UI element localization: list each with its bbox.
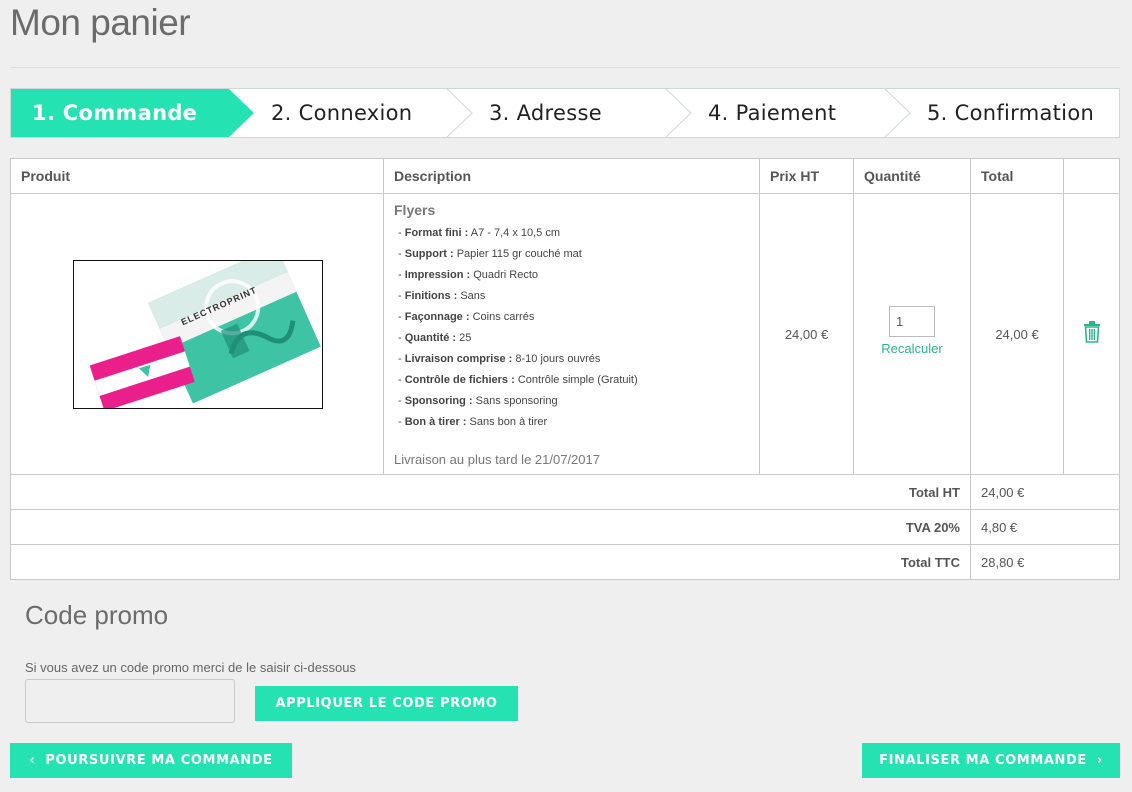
flyer-illustration (89, 261, 321, 408)
product-cell: ELECTROPRINT (10, 193, 384, 475)
promo-title: Code promo (25, 600, 169, 630)
table-header-row: Produit Description Prix HT Quantité Tot… (10, 158, 1120, 194)
summary-value: 4,80 € (970, 509, 1120, 545)
spec-value: Quadri Recto (473, 269, 539, 281)
step-paiement[interactable]: 4. Paiement (708, 89, 836, 137)
page-title: Mon panier (10, 2, 191, 43)
spec-label: Format fini : (404, 227, 469, 239)
summary-row-total-ttc: Total TTC 28,80 € (10, 544, 1120, 580)
spec-item: - Sponsoring : Sans sponsoring (398, 395, 558, 407)
spec-item: - Format fini : A7 - 7,4 x 10,5 cm (398, 227, 561, 239)
spec-value: Sans bon à tirer (469, 416, 548, 428)
recalculate-link[interactable]: Recalculer (854, 341, 970, 356)
apply-promo-button[interactable]: APPLIQUER LE CODE PROMO (255, 686, 518, 721)
quantity-cell: Recalculer (853, 193, 971, 475)
cart-table: Produit Description Prix HT Quantité Tot… (10, 158, 1120, 580)
chevron-right-icon: › (1096, 753, 1103, 768)
delete-cell (1063, 193, 1120, 475)
spec-item: - Façonnage : Coins carrés (398, 311, 535, 323)
spec-item: - Impression : Quadri Recto (398, 269, 539, 281)
spec-label: Sponsoring : (404, 395, 473, 407)
checkout-button[interactable]: FINALISER MA COMMANDE › (862, 743, 1120, 778)
promo-code-input[interactable] (25, 679, 235, 723)
spec-item: - Support : Papier 115 gr couché mat (398, 248, 582, 260)
checkout-steps: 1. Commande 2. Connexion 3. Adresse 4. P… (10, 88, 1120, 138)
promo-hint: Si vous avez un code promo merci de le s… (25, 660, 356, 675)
spec-label: Contrôle de fichiers : (404, 374, 515, 386)
step-connexion[interactable]: 2. Connexion (271, 89, 412, 137)
description-cell: Flyers - Format fini : A7 - 7,4 x 10,5 c… (383, 193, 760, 475)
spec-label: Façonnage : (404, 311, 470, 323)
summary-label: Total HT (10, 474, 971, 510)
spec-item: - Quantité : 25 (398, 332, 472, 344)
spec-label: Finitions : (404, 290, 458, 302)
continue-shopping-button[interactable]: ‹ POURSUIVRE MA COMMANDE (10, 743, 292, 778)
unit-price: 24,00 € (759, 193, 854, 475)
line-total: 24,00 € (970, 193, 1064, 475)
delivery-date: Livraison au plus tard le 21/07/2017 (394, 452, 600, 467)
summary-label: Total TTC (10, 544, 971, 580)
spec-label: Quantité : (404, 332, 457, 344)
spec-value: Sans sponsoring (475, 395, 558, 407)
product-title: Flyers (394, 202, 436, 218)
spec-value: Coins carrés (472, 311, 535, 323)
header-prix-ht: Prix HT (759, 158, 854, 194)
spec-value: Sans (460, 290, 486, 302)
quantity-input[interactable] (889, 305, 935, 337)
title-divider (10, 67, 1120, 68)
spec-value: Papier 115 gr couché mat (456, 248, 582, 260)
spec-value: 25 (459, 332, 472, 344)
spec-value: 8-10 jours ouvrés (515, 353, 601, 365)
summary-label: TVA 20% (10, 509, 971, 545)
trash-icon[interactable] (1083, 320, 1101, 343)
summary-value: 24,00 € (970, 474, 1120, 510)
header-actions (1063, 158, 1120, 194)
spec-item: - Finitions : Sans (398, 290, 486, 302)
spec-value: A7 - 7,4 x 10,5 cm (470, 227, 561, 239)
continue-shopping-label: POURSUIVRE MA COMMANDE (45, 753, 273, 768)
spec-item: - Bon à tirer : Sans bon à tirer (398, 416, 548, 428)
step-adresse[interactable]: 3. Adresse (489, 89, 602, 137)
spec-label: Bon à tirer : (404, 416, 467, 428)
product-image[interactable]: ELECTROPRINT (73, 260, 323, 409)
summary-row-total-ht: Total HT 24,00 € (10, 474, 1120, 510)
spec-label: Impression : (404, 269, 471, 281)
step-commande: 1. Commande (32, 101, 198, 125)
spec-label: Support : (404, 248, 454, 260)
step-confirmation[interactable]: 5. Confirmation (927, 89, 1094, 137)
table-row: ELECTROPRINT Flyers - Format fini : A7 -… (10, 193, 1120, 475)
header-produit: Produit (10, 158, 384, 194)
spec-label: Livraison comprise : (404, 353, 513, 365)
header-description: Description (383, 158, 760, 194)
summary-row-tva: TVA 20% 4,80 € (10, 509, 1120, 545)
chevron-left-icon: ‹ (29, 753, 36, 768)
spec-item: - Livraison comprise : 8-10 jours ouvrés (398, 353, 601, 365)
spec-item: - Contrôle de fichiers : Contrôle simple… (398, 374, 638, 386)
checkout-label: FINALISER MA COMMANDE (879, 753, 1087, 768)
header-total: Total (970, 158, 1064, 194)
spec-list: - Format fini : A7 - 7,4 x 10,5 cm - Supp… (394, 223, 749, 433)
spec-value: Contrôle simple (Gratuit) (517, 374, 638, 386)
header-quantite: Quantité (853, 158, 971, 194)
summary-value: 28,80 € (970, 544, 1120, 580)
